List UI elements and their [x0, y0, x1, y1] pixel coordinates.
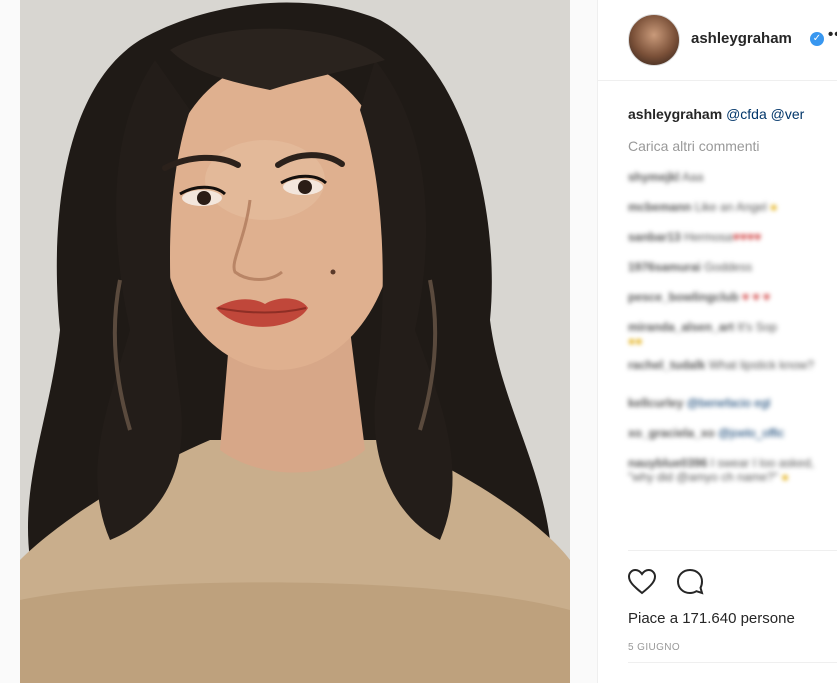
comment-user[interactable]: kellcurley: [628, 396, 683, 410]
comment-item: pesce_bowlingclub ♥ ♥ ♥: [628, 290, 837, 314]
comment-text: Goddess: [704, 260, 753, 274]
comment-text: Like an Angel: [694, 200, 767, 214]
comment-text: Aaa: [682, 170, 704, 184]
post-photo-area: [0, 0, 597, 683]
comment-user[interactable]: nauyblue0396: [628, 456, 707, 470]
verified-badge-icon: ✓: [810, 32, 824, 46]
load-more-comments-link[interactable]: Carica altri commenti: [628, 138, 759, 154]
comment-item: miranda_alsen_art It's Sop ●●: [628, 320, 837, 352]
comment-user[interactable]: mcbemann: [628, 200, 691, 214]
comment-text: @benefacio egl: [686, 396, 771, 410]
comment-item: rachel_tudalk What lipstick know?: [628, 358, 837, 390]
comment-user[interactable]: rachel_tudalk: [628, 358, 705, 372]
post-date[interactable]: 5 GIUGNO: [628, 642, 680, 653]
comment-item: shymejkl Aaa: [628, 170, 837, 194]
comment-text: It's Sop: [737, 320, 778, 334]
comment-user[interactable]: miranda_alsen_art: [628, 320, 734, 334]
username-link[interactable]: ashleygraham: [691, 30, 792, 47]
comment-item: mcbemann Like an Angel ●: [628, 200, 837, 224]
comment-text: Hermosa: [684, 230, 733, 244]
heart-emoji-icon: ♥ ♥ ♥: [742, 290, 771, 304]
post-header: ashleygraham ✓ •••: [598, 0, 837, 81]
post-photo[interactable]: [20, 0, 570, 683]
comment-user[interactable]: xo_graciela_xo: [628, 426, 715, 440]
comment-text: @joelo_offic: [718, 426, 785, 440]
heart-emoji-icon: ♥♥♥♥: [732, 230, 762, 244]
comment-user[interactable]: pesce_bowlingclub: [628, 290, 739, 304]
comment-list: shymejkl Aaa mcbemann Like an Angel ● sa…: [628, 170, 837, 508]
emoji-icon: ●●: [628, 334, 643, 348]
post-sidebar: ashleygraham ✓ ••• ashleygraham @cfda @v…: [598, 0, 837, 683]
caption: ashleygraham @cfda @ver: [628, 106, 804, 122]
comment-item: nauyblue0396 I swear I loo asked, "why d…: [628, 456, 837, 502]
comment-user[interactable]: shymejkl: [628, 170, 679, 184]
comment-item: xo_graciela_xo @joelo_offic: [628, 426, 837, 450]
likes-count[interactable]: Piace a 171.640 persone: [628, 610, 795, 627]
emoji-icon: ●: [770, 200, 778, 214]
comment-text: What lipstick know?: [708, 358, 815, 372]
caption-username[interactable]: ashleygraham: [628, 106, 722, 122]
more-options-icon[interactable]: •••: [828, 26, 837, 43]
avatar[interactable]: [628, 14, 680, 66]
heart-icon[interactable]: [626, 566, 658, 598]
portrait-illustration: [20, 0, 570, 683]
footer-divider: [628, 662, 837, 663]
comment-icon[interactable]: [674, 566, 706, 598]
comment-item: sanbar13 Hermosa♥♥♥♥: [628, 230, 837, 254]
actions-divider: [628, 550, 837, 551]
comment-user[interactable]: sanbar13: [628, 230, 681, 244]
comment-item: kellcurley @benefacio egl: [628, 396, 837, 420]
caption-mentions[interactable]: @cfda @ver: [726, 106, 804, 122]
comment-user[interactable]: 1976samurai: [628, 260, 701, 274]
emoji-icon: ●: [781, 470, 789, 484]
comment-item: 1976samurai Goddess: [628, 260, 837, 284]
